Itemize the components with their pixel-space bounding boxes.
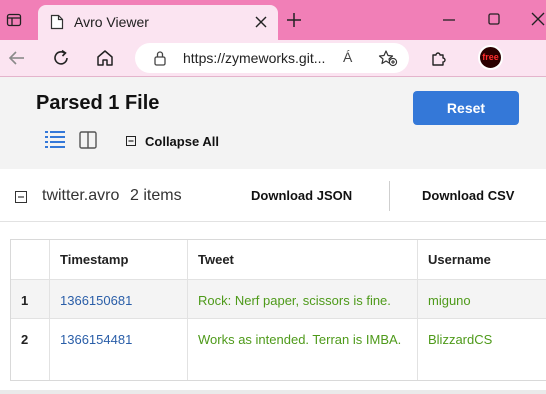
reset-button[interactable]: Reset (413, 91, 519, 125)
file-name: twitter.avro (42, 187, 120, 204)
list-view-icon[interactable] (45, 130, 65, 150)
page-icon (50, 14, 64, 30)
read-aloud-icon[interactable]: Á (343, 49, 352, 65)
table-row[interactable]: 2 1366154481 Works as intended. Terran i… (11, 318, 546, 380)
records-table: Timestamp Tweet Username 1 1366150681 Ro… (10, 239, 546, 381)
tweet-cell: Works as intended. Terran is IMBA. (188, 319, 418, 380)
header-timestamp[interactable]: Timestamp (50, 240, 188, 279)
header-tweet[interactable]: Tweet (188, 240, 418, 279)
close-window-icon[interactable] (530, 11, 546, 27)
maximize-icon[interactable] (486, 11, 502, 27)
address-bar[interactable]: https://zymeworks.git... Á (135, 43, 409, 73)
page-bottom-edge (0, 390, 546, 394)
username-cell: miguno (418, 280, 546, 318)
row-index: 1 (21, 293, 29, 308)
row-index-cell: 2 (11, 319, 50, 380)
browser-tab-bar: Avro Viewer (0, 0, 546, 40)
tweet-cell: Rock: Nerf paper, scissors is fine. (188, 280, 418, 318)
file-divider (0, 221, 546, 222)
minimize-icon[interactable] (441, 12, 457, 28)
row-index: 2 (21, 332, 29, 347)
home-icon[interactable] (95, 48, 115, 68)
refresh-icon[interactable] (52, 49, 70, 67)
close-tab-icon[interactable] (253, 14, 269, 30)
file-header: twitter.avro 2 items Download JSON Downl… (0, 169, 546, 221)
new-tab-icon[interactable] (286, 12, 302, 28)
header-index[interactable] (11, 240, 50, 279)
tweet-value: Works as intended. Terran is IMBA. (198, 332, 402, 347)
browser-toolbar: https://zymeworks.git... Á free (0, 40, 546, 76)
timestamp-cell: 1366150681 (50, 280, 188, 318)
item-count: 2 items (130, 187, 182, 204)
tweet-value: Rock: Nerf paper, scissors is fine. (198, 293, 391, 308)
header-username[interactable]: Username (418, 240, 546, 279)
lock-icon[interactable] (153, 50, 167, 66)
back-arrow-icon[interactable] (8, 49, 26, 67)
url-text[interactable]: https://zymeworks.git... (183, 50, 333, 66)
profile-label: free (482, 52, 499, 62)
file-collapse-icon[interactable] (15, 191, 27, 203)
tab-actions-icon[interactable] (6, 12, 22, 28)
username-cell: BlizzardCS (418, 319, 546, 380)
download-json-button[interactable]: Download JSON (251, 188, 352, 203)
extensions-icon[interactable] (430, 49, 448, 67)
timestamp-value: 1366150681 (60, 293, 133, 308)
username-value: miguno (428, 293, 471, 308)
collapse-icon (126, 136, 136, 146)
table-row[interactable]: 1 1366150681 Rock: Nerf paper, scissors … (11, 279, 546, 318)
collapse-all-label: Collapse All (145, 134, 219, 149)
split-view-icon[interactable] (79, 131, 97, 149)
download-csv-button[interactable]: Download CSV (422, 188, 514, 203)
timestamp-cell: 1366154481 (50, 319, 188, 380)
tab-title: Avro Viewer (74, 14, 149, 30)
row-index-cell: 1 (11, 280, 50, 318)
profile-avatar[interactable]: free (478, 45, 503, 70)
download-divider (389, 181, 390, 211)
add-favorite-icon[interactable] (378, 49, 398, 67)
username-value: BlizzardCS (428, 332, 493, 347)
tab-avro-viewer[interactable]: Avro Viewer (38, 5, 278, 40)
timestamp-value: 1366154481 (60, 332, 133, 347)
app-header: Parsed 1 File Reset Collapse All (0, 77, 546, 169)
page-title: Parsed 1 File (36, 92, 160, 114)
